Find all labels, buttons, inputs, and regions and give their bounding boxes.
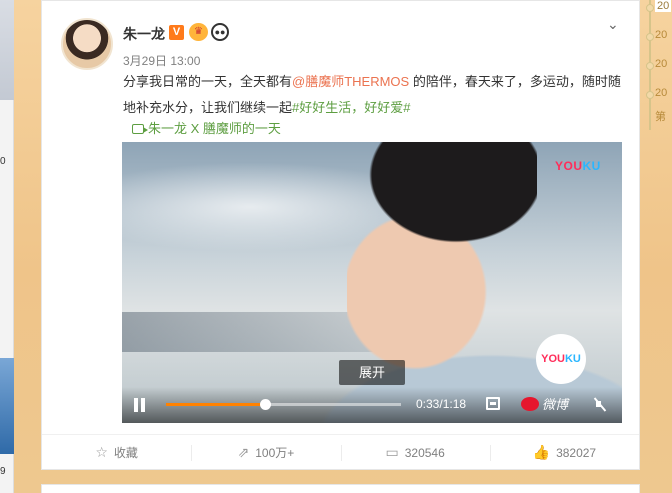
- timeline-year[interactable]: 20: [655, 58, 667, 70]
- comment-icon: ▭: [385, 444, 399, 460]
- year-timeline: 20 20 20 20 第: [642, 0, 672, 493]
- favorite-button[interactable]: ☆ 收藏: [42, 435, 191, 470]
- repost-button[interactable]: ⇗ 100万+: [191, 435, 340, 470]
- weibo-label: 微博: [542, 397, 569, 412]
- video-link-label: 朱一龙 X 膳魔师的一天: [148, 121, 281, 136]
- avatar[interactable]: [61, 18, 113, 70]
- youku-watermark: YOUKU: [555, 159, 601, 173]
- thumbs-up-icon: 👍: [532, 444, 551, 460]
- thumbnail-bottom: [0, 358, 14, 454]
- mute-icon[interactable]: [596, 397, 610, 411]
- video-card-link[interactable]: 朱一龙 X 膳魔师的一天: [132, 118, 281, 137]
- progress-bar[interactable]: [166, 399, 401, 410]
- post-text: 分享我日常的一天，全天都有@膳魔师THERMOS 的陪伴，春天来了，多运动，随时…: [123, 69, 623, 121]
- previous-column-strip: 0 9: [0, 0, 14, 493]
- verified-badge-icon[interactable]: V: [169, 25, 184, 40]
- weibo-logo: 微博: [521, 394, 568, 413]
- member-crown-icon[interactable]: ♛: [189, 23, 208, 41]
- youku-circle-b: KU: [564, 353, 581, 365]
- expand-button[interactable]: 展开: [339, 360, 405, 385]
- repost-count: 100万+: [255, 446, 295, 460]
- timeline-more[interactable]: 第: [655, 108, 666, 124]
- progress-fill: [166, 403, 266, 406]
- video-icon: [132, 124, 148, 134]
- mention-link[interactable]: @膳魔师THERMOS: [292, 74, 409, 89]
- time-display: 0:33/1:18: [416, 397, 467, 411]
- timeline-year[interactable]: 20: [655, 87, 667, 99]
- timeline-dot: [646, 4, 654, 12]
- timeline-dot: [646, 62, 654, 70]
- youku-circle-a: YOU: [541, 353, 565, 365]
- like-count: 382027: [556, 445, 597, 460]
- picture-in-picture-icon[interactable]: [486, 397, 500, 410]
- panda-icon[interactable]: ●●: [211, 23, 229, 41]
- favorite-label: 收藏: [113, 446, 138, 460]
- youku-logo-button[interactable]: YOUKU: [536, 334, 586, 384]
- timeline-dot: [646, 33, 654, 41]
- next-post-card: [41, 484, 640, 493]
- thumbnail-top: [0, 0, 14, 100]
- left-count-1: 0: [0, 156, 6, 167]
- chevron-down-icon[interactable]: ⌄: [607, 16, 619, 33]
- star-icon: ☆: [95, 444, 108, 460]
- like-button[interactable]: 👍 382027: [489, 435, 639, 470]
- video-player[interactable]: YOUKU YOUKU 展开 0:33/1:18 微博: [122, 142, 622, 423]
- youku-wm-a: YOU: [555, 159, 583, 173]
- author-name[interactable]: 朱一龙: [123, 24, 165, 44]
- weibo-post-card: 朱一龙 V ♛ ●● ⌄ 3月29日 13:00 分享我日常的一天，全天都有@膳…: [41, 0, 640, 470]
- hashtag-link[interactable]: #好好生活，好好爱#: [292, 100, 410, 115]
- post-time[interactable]: 3月29日 13:00: [123, 52, 200, 69]
- progress-handle[interactable]: [260, 399, 272, 410]
- repost-icon: ⇗: [237, 444, 250, 460]
- weibo-icon: [521, 397, 539, 411]
- action-bar: ☆ 收藏 ⇗ 100万+ ▭ 320546 👍 382027: [42, 434, 639, 470]
- post-text-prefix: 分享我日常的一天，全天都有: [123, 74, 293, 89]
- left-count-2: 9: [0, 466, 6, 477]
- comment-button[interactable]: ▭ 320546: [340, 435, 490, 470]
- timeline-year-current[interactable]: 20: [655, 0, 672, 12]
- pause-icon[interactable]: [133, 398, 147, 412]
- timeline-dot: [646, 91, 654, 99]
- timeline-year[interactable]: 20: [655, 29, 667, 41]
- video-controls: 0:33/1:18 微博: [122, 387, 622, 423]
- comment-count: 320546: [404, 445, 445, 460]
- youku-wm-b: KU: [582, 159, 601, 173]
- video-frame-hair: [357, 142, 537, 252]
